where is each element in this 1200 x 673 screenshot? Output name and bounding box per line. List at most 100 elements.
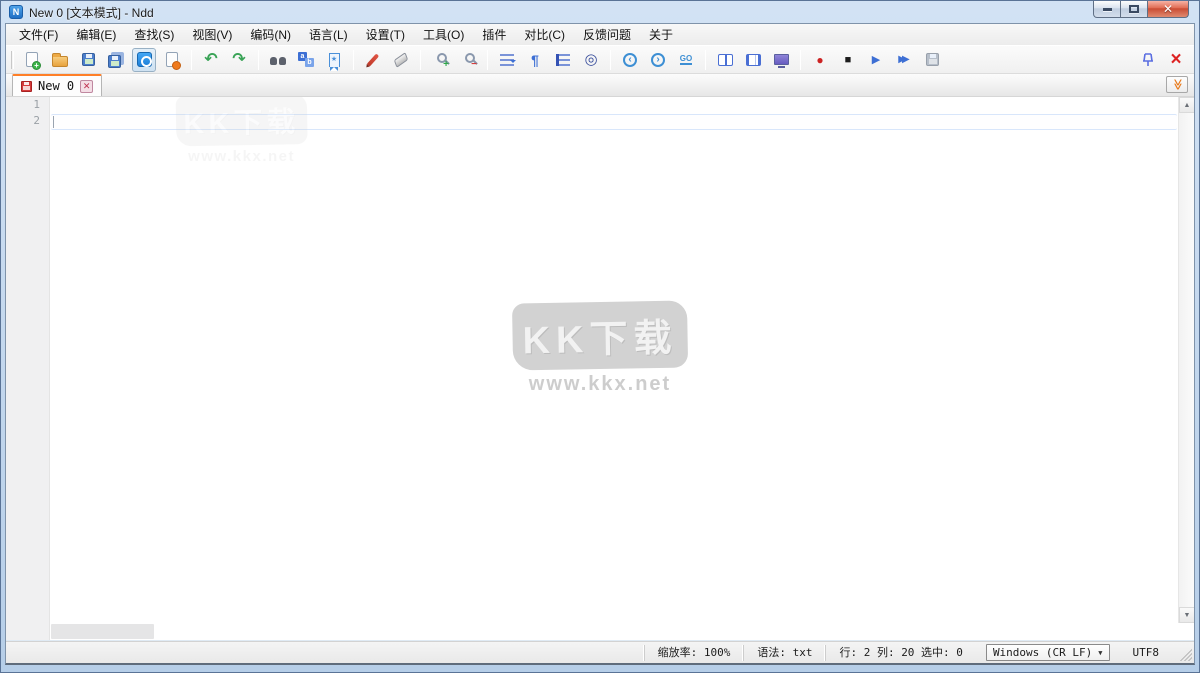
split-view-vertical-button[interactable] <box>741 48 765 72</box>
macro-play-multiple-button[interactable]: ▶▶ <box>892 48 916 72</box>
menu-view[interactable]: 视图(V) <box>183 24 241 45</box>
scroll-down-arrow[interactable]: ▼ <box>1179 607 1194 623</box>
pin-toolbar-button[interactable] <box>1136 48 1160 72</box>
split-view-button[interactable] <box>713 48 737 72</box>
word-wrap-button[interactable] <box>495 48 519 72</box>
close-icon: ✕ <box>1162 2 1174 16</box>
resize-grip[interactable] <box>1180 649 1192 661</box>
menu-language[interactable]: 语言(L) <box>300 24 357 45</box>
zoom-in-button[interactable]: + <box>428 48 452 72</box>
toolbar-separator <box>191 49 192 70</box>
watermark: KK下载 www.kkx.net <box>511 300 689 396</box>
menu-edit[interactable]: 编辑(E) <box>67 24 125 45</box>
menu-plugins[interactable]: 插件 <box>473 24 515 45</box>
zoom-out-button[interactable]: − <box>456 48 480 72</box>
nav-forward-button[interactable]: › <box>646 48 670 72</box>
app-window: N New 0 [文本模式] - Ndd ✕ 文件(F) 编辑(E) 查找(S)… <box>0 0 1200 673</box>
menu-compare[interactable]: 对比(C) <box>515 24 574 45</box>
open-file-button[interactable] <box>48 48 72 72</box>
find-button[interactable] <box>266 48 290 72</box>
menu-about[interactable]: 关于 <box>640 24 682 45</box>
dropdown-arrow-icon: ▼ <box>1098 648 1103 657</box>
text-caret <box>53 116 54 128</box>
horizontal-scrollbar-thumb[interactable] <box>51 624 154 639</box>
window-controls: ✕ <box>1093 1 1189 18</box>
menu-search[interactable]: 查找(S) <box>125 24 183 45</box>
title-bar: N New 0 [文本模式] - Ndd ✕ <box>5 1 1195 23</box>
save-file-icon <box>81 53 95 66</box>
undo-icon: ↶ <box>204 50 218 68</box>
word-wrap-icon <box>500 53 516 66</box>
bookmark-icon <box>328 52 340 71</box>
status-zoom: 缩放率: 100% <box>643 644 744 661</box>
macro-save-button[interactable] <box>920 48 944 72</box>
close-file-button[interactable] <box>160 48 184 72</box>
macro-record-icon: ● <box>816 52 824 67</box>
scroll-up-arrow[interactable]: ▲ <box>1179 97 1194 113</box>
client-area: 文件(F) 编辑(E) 查找(S) 视图(V) 编码(N) 语言(L) 设置(T… <box>5 23 1195 665</box>
goto-line-button[interactable]: GO <box>674 48 698 72</box>
editor-area[interactable]: 1 2 KK下载 www.kkx.net KK下载 www.kkx.net ▲ … <box>6 97 1194 641</box>
close-button[interactable]: ✕ <box>1147 1 1189 18</box>
split-view-vertical-icon <box>745 53 761 66</box>
save-all-button[interactable] <box>104 48 128 72</box>
maximize-button[interactable] <box>1120 1 1148 18</box>
toolbar-separator <box>487 49 488 70</box>
auto-save-toggle-button[interactable] <box>132 47 156 72</box>
macro-stop-icon: ■ <box>844 53 852 66</box>
macro-record-button[interactable]: ● <box>808 48 832 72</box>
new-file-icon: + <box>26 52 41 70</box>
focus-mode-icon: ◎ <box>584 51 598 68</box>
minimize-button[interactable] <box>1093 1 1121 18</box>
line-number: 1 <box>33 98 40 111</box>
line-ending-select[interactable]: Windows (CR LF) ▼ <box>985 644 1110 661</box>
auto-save-icon <box>136 52 152 67</box>
tab-list-button[interactable]: ≫ <box>1166 76 1188 93</box>
indent-guide-icon <box>556 53 570 66</box>
redo-button[interactable]: ↷ <box>227 48 251 72</box>
focus-mode-button[interactable]: ◎ <box>579 48 603 72</box>
window-title: New 0 [文本模式] - Ndd <box>29 5 154 20</box>
menu-feedback[interactable]: 反馈问题 <box>574 24 640 45</box>
line-number-gutter: 1 2 <box>6 97 50 640</box>
macro-play-multiple-icon: ▶▶ <box>898 54 910 65</box>
toolbar-separator <box>705 49 706 70</box>
minimize-icon <box>1102 7 1112 11</box>
menu-settings[interactable]: 设置(T) <box>357 24 414 45</box>
status-syntax: 语法: txt <box>743 644 825 661</box>
close-toolbar-button[interactable]: × <box>1164 48 1188 72</box>
save-file-button[interactable] <box>76 48 100 72</box>
toolbar-grip[interactable] <box>11 50 14 69</box>
tab-close-button[interactable]: ✕ <box>80 79 94 93</box>
menu-encoding[interactable]: 编码(N) <box>241 24 300 45</box>
macro-stop-button[interactable]: ■ <box>836 48 860 72</box>
nav-back-icon: ‹ <box>623 52 637 67</box>
new-file-button[interactable]: + <box>20 48 44 72</box>
replace-button[interactable] <box>294 48 318 72</box>
toolbar-separator <box>353 49 354 70</box>
show-symbols-button[interactable]: ¶ <box>523 48 547 72</box>
unsaved-file-icon <box>21 80 32 92</box>
erase-mark-button[interactable] <box>389 48 413 72</box>
menu-tools[interactable]: 工具(O) <box>414 24 473 45</box>
bookmark-button[interactable] <box>322 48 346 72</box>
nav-back-button[interactable]: ‹ <box>618 48 642 72</box>
tab-new-0[interactable]: New 0 ✕ <box>12 74 103 96</box>
macro-save-icon <box>925 53 939 66</box>
status-caret-position: 行: 2 列: 20 选中: 0 <box>825 644 975 661</box>
show-symbols-icon: ¶ <box>531 51 539 68</box>
macro-play-button[interactable]: ▶ <box>864 48 888 72</box>
menu-file[interactable]: 文件(F) <box>10 24 67 45</box>
maximize-icon <box>1129 5 1139 13</box>
watermark-faint: KK下载 www.kkx.net <box>175 97 308 166</box>
toolbar-separator <box>420 49 421 70</box>
vertical-scrollbar[interactable]: ▲ ▼ <box>1178 97 1194 623</box>
undo-button[interactable]: ↶ <box>199 48 223 72</box>
open-file-icon <box>52 53 68 67</box>
toolbar-separator <box>610 49 611 70</box>
indent-guide-button[interactable] <box>551 48 575 72</box>
mark-pen-button[interactable] <box>361 48 385 72</box>
fullscreen-button[interactable] <box>769 48 793 72</box>
save-all-icon <box>108 54 121 68</box>
status-encoding: UTF8 <box>1132 645 1160 659</box>
